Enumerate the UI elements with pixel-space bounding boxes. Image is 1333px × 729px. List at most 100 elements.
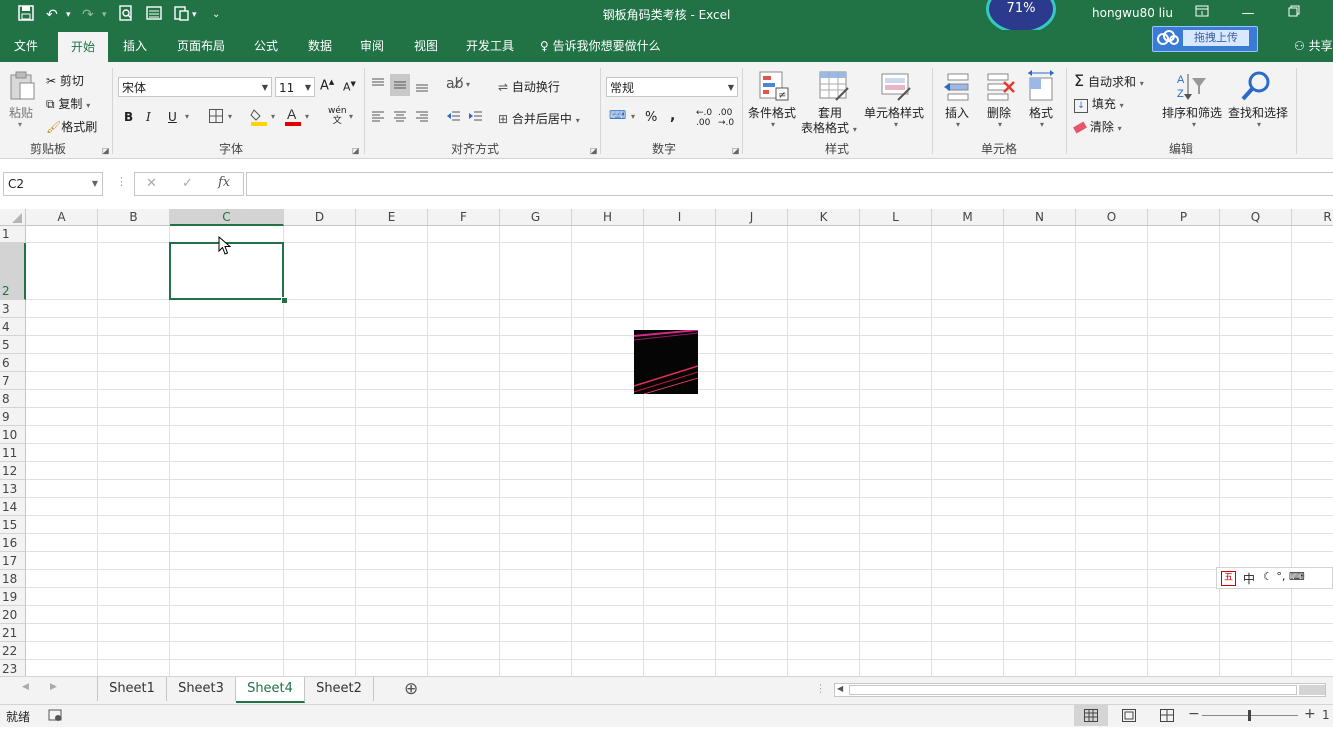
accounting-dropdown-icon[interactable]: ▾	[631, 112, 635, 121]
insert-cells-button[interactable]: 插入	[945, 104, 969, 121]
column-header-q[interactable]: Q	[1220, 209, 1292, 226]
fill-handle[interactable]	[281, 297, 288, 304]
paste-icon[interactable]	[8, 70, 36, 100]
tab-insert[interactable]: 插入	[114, 30, 156, 62]
font-color-dropdown-icon[interactable]: ▾	[305, 112, 309, 121]
format-as-table-icon[interactable]	[818, 70, 850, 102]
find-select-dropdown-icon[interactable]: ▾	[1257, 120, 1261, 129]
scroll-left-icon[interactable]: ◀	[22, 682, 29, 692]
macro-record-icon[interactable]	[48, 708, 62, 725]
row-header-3[interactable]: 3	[0, 300, 26, 318]
sheet-tab-sheet4[interactable]: Sheet4	[236, 677, 305, 703]
merge-center-button[interactable]: ⊞ 合并后居中 ▾	[498, 110, 580, 127]
worksheet-grid[interactable]: ABCDEFGHIJKLMNOPQR 1 2 3 4 5 6 7 8 9 10 11 12 13 14 15…	[0, 209, 1333, 676]
sheet-tab-sheet3[interactable]: Sheet3	[167, 677, 236, 701]
normal-view-button[interactable]	[1074, 705, 1108, 726]
cancel-icon[interactable]: ✕	[146, 176, 157, 191]
conditional-format-button[interactable]: 条件格式	[748, 104, 796, 121]
find-select-icon[interactable]	[1240, 70, 1272, 102]
column-header-l[interactable]: L	[860, 209, 932, 226]
format-as-table-label-2[interactable]: 表格格式 ▾	[801, 119, 857, 136]
row-header-17[interactable]: 17	[0, 552, 26, 570]
clipboard-launcher-icon[interactable]: ◪	[102, 146, 110, 155]
percent-button[interactable]: %	[645, 110, 657, 125]
align-left-icon[interactable]	[370, 110, 386, 127]
align-bottom-icon[interactable]	[414, 76, 430, 97]
ime-mode[interactable]: 中	[1243, 570, 1255, 587]
border-icon[interactable]	[208, 108, 224, 127]
row-header-1[interactable]: 1	[0, 226, 26, 243]
increase-decimal-icon[interactable]: ←.0.00	[696, 108, 712, 128]
increase-indent-icon[interactable]	[468, 110, 484, 127]
delete-cells-button[interactable]: 删除	[987, 104, 1011, 121]
row-header-10[interactable]: 10	[0, 426, 26, 444]
accounting-format-icon[interactable]: ⌨	[609, 108, 626, 122]
row-header-20[interactable]: 20	[0, 606, 26, 624]
formula-input[interactable]	[246, 172, 1333, 196]
insert-dropdown-icon[interactable]: ▾	[956, 120, 960, 129]
share-button[interactable]: ⚇ 共享	[1294, 30, 1333, 62]
phonetic-dropdown-icon[interactable]: ▾	[349, 112, 353, 121]
zoom-in-icon[interactable]: +	[1304, 706, 1316, 722]
row-header-13[interactable]: 13	[0, 480, 26, 498]
page-layout-view-icon[interactable]	[1122, 709, 1136, 725]
column-header-i[interactable]: I	[644, 209, 716, 226]
font-color-icon[interactable]: A	[284, 106, 302, 129]
comma-button[interactable]: ,	[670, 108, 675, 124]
align-center-icon[interactable]	[392, 110, 408, 127]
row-header-16[interactable]: 16	[0, 534, 26, 552]
column-header-o[interactable]: O	[1076, 209, 1148, 226]
orientation-dropdown-icon[interactable]: ▾	[466, 80, 470, 89]
ime-options-icon[interactable]: ☾ °, ⌨	[1263, 570, 1305, 583]
clear-button[interactable]: 清除 ▾	[1073, 118, 1122, 135]
conditional-format-icon[interactable]: ≠	[758, 70, 790, 102]
paste-button[interactable]: 粘贴	[9, 104, 33, 121]
row-header-19[interactable]: 19	[0, 588, 26, 606]
upload-widget[interactable]: 拖拽上传	[1152, 26, 1258, 52]
alignment-launcher-icon[interactable]: ◪	[590, 146, 598, 155]
tab-formulas[interactable]: 公式	[244, 30, 288, 62]
fill-color-icon[interactable]	[250, 106, 268, 129]
format-painter-button[interactable]: 🖌格式刷	[46, 118, 97, 135]
row-header-5[interactable]: 5	[0, 336, 26, 354]
column-header-e[interactable]: E	[356, 209, 428, 226]
align-right-icon[interactable]	[414, 110, 430, 127]
insert-function-icon[interactable]: fx	[218, 175, 230, 190]
fill-button[interactable]: ↓ 填充 ▾	[1074, 95, 1124, 113]
orientation-icon[interactable]: ab̸	[446, 76, 463, 92]
column-header-b[interactable]: B	[98, 209, 170, 226]
format-dropdown-icon[interactable]: ▾	[1040, 120, 1044, 129]
sheet-tab-sheet2[interactable]: Sheet2	[305, 677, 374, 701]
underline-button[interactable]: U	[168, 110, 177, 124]
page-break-view-icon[interactable]	[1160, 709, 1174, 725]
number-launcher-icon[interactable]: ◪	[732, 146, 740, 155]
tab-developer[interactable]: 开发工具	[458, 30, 522, 62]
sort-filter-icon[interactable]: AZ	[1176, 70, 1208, 102]
ime-toolbar[interactable]: 五 中 ☾ °, ⌨	[1216, 567, 1333, 589]
column-header-f[interactable]: F	[428, 209, 500, 226]
scrollbar-thumb[interactable]	[849, 685, 1297, 695]
bold-button[interactable]: B	[124, 110, 133, 124]
phonetic-icon[interactable]: wén 文	[328, 106, 347, 126]
horizontal-scrollbar[interactable]: ◀	[834, 683, 1326, 697]
restore-icon[interactable]	[1284, 4, 1304, 24]
column-header-a[interactable]: A	[26, 209, 98, 226]
fill-color-dropdown-icon[interactable]: ▾	[271, 112, 275, 121]
zoom-out-icon[interactable]: −	[1188, 706, 1200, 722]
embedded-picture[interactable]	[634, 330, 698, 394]
format-cells-icon[interactable]	[1026, 70, 1058, 102]
row-header-14[interactable]: 14	[0, 498, 26, 516]
row-header-11[interactable]: 11	[0, 444, 26, 462]
sort-filter-dropdown-icon[interactable]: ▾	[1192, 120, 1196, 129]
sort-filter-button[interactable]: 排序和筛选	[1162, 104, 1222, 121]
tell-me-box[interactable]: ♀ 告诉我你想要做什么	[540, 30, 661, 62]
column-header-m[interactable]: M	[932, 209, 1004, 226]
row-header-22[interactable]: 22	[0, 642, 26, 660]
delete-dropdown-icon[interactable]: ▾	[998, 120, 1002, 129]
split-handle-icon[interactable]: ⋮	[815, 682, 826, 695]
font-launcher-icon[interactable]: ◪	[352, 146, 360, 155]
row-header-18[interactable]: 18	[0, 570, 26, 588]
minimize-icon[interactable]: —	[1238, 4, 1258, 24]
align-middle-icon[interactable]	[390, 74, 410, 96]
wrap-text-button[interactable]: ⇌ 自动换行	[498, 78, 560, 95]
